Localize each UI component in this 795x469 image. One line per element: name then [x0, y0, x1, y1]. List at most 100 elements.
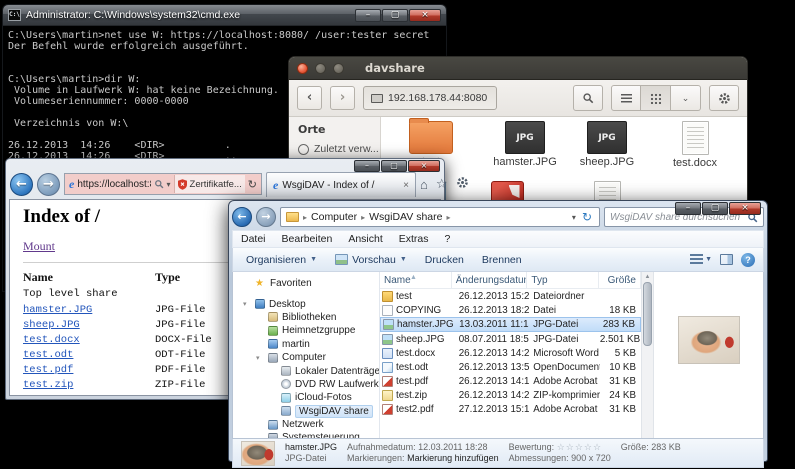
favorites-star-icon[interactable]: ☆	[436, 176, 448, 192]
tools-gear-icon[interactable]	[456, 176, 469, 192]
back-button[interactable]: ‹	[297, 86, 322, 110]
sidebar-place-item[interactable]: Zuletzt verw...	[298, 143, 380, 155]
tree-item[interactable]: Bibliotheken	[239, 311, 379, 324]
home-icon[interactable]: ⌂	[420, 177, 428, 192]
tree-item-label[interactable]: DVD RW Laufwerk (D:)	[295, 379, 379, 390]
forward-button[interactable]: →	[256, 207, 276, 227]
file-grid-item[interactable]: sheep.JPG	[563, 121, 651, 168]
dav-file-link[interactable]: test.odt	[23, 349, 73, 361]
menu-item[interactable]: Extras	[391, 233, 437, 245]
tree-item-label[interactable]: Computer	[282, 352, 326, 363]
breadcrumb[interactable]: ▸ Computer ▸ WsgiDAV share ▸ ▾ ↻	[280, 207, 600, 227]
help-icon[interactable]: ?	[741, 253, 755, 267]
maximize-button[interactable]: ▢	[382, 9, 408, 22]
organize-button[interactable]: Organisieren ▼	[237, 254, 326, 266]
expander-icon[interactable]	[256, 354, 264, 362]
tree-item[interactable]: Netzwerk	[239, 418, 379, 431]
tree-item[interactable]: Favoriten	[239, 277, 379, 290]
dav-file-link[interactable]: test.zip	[23, 379, 73, 391]
scrollbar-thumb[interactable]	[643, 282, 652, 346]
file-row[interactable]: hamster.JPG 13.03.2011 11:13 JPG-Datei 2…	[380, 317, 641, 332]
tree-item-label[interactable]: WsgiDAV share	[295, 405, 373, 418]
file-grid-item[interactable]: hamster.JPG	[481, 121, 569, 168]
tree-item[interactable]: Lokaler Datenträger (C:)	[239, 364, 379, 377]
view-options-button[interactable]: ⌄	[671, 85, 701, 111]
history-dropdown-caret[interactable]: ▾	[572, 213, 576, 222]
settings-button[interactable]	[709, 85, 739, 111]
back-button[interactable]: ←	[10, 173, 33, 196]
tree-item-label[interactable]: Systemsteuerung	[282, 432, 360, 438]
file-row[interactable]: test.odt 26.12.2013 13:55 OpenDocument T…	[380, 360, 641, 374]
tree-item[interactable]: Systemsteuerung	[239, 431, 379, 438]
dav-file-link[interactable]: test.pdf	[23, 364, 73, 376]
browser-tab[interactable]: e WsgiDAV - Index of / ×	[266, 172, 416, 197]
menu-item[interactable]: Ansicht	[340, 233, 390, 245]
print-button[interactable]: Drucken	[416, 254, 473, 266]
mount-link[interactable]: Mount	[23, 239, 55, 253]
tree-item-label[interactable]: martin	[282, 339, 310, 350]
tree-item-label[interactable]: Lokaler Datenträger (C:)	[295, 366, 379, 377]
tree-item-label[interactable]: Bibliotheken	[282, 312, 336, 323]
back-button[interactable]: ←	[232, 207, 252, 227]
dav-file-link[interactable]: test.docx	[23, 334, 80, 346]
column-header-type[interactable]: Typ	[527, 272, 599, 289]
close-button[interactable]: ×	[408, 160, 440, 172]
tree-item[interactable]: Desktop	[239, 297, 379, 310]
tree-item[interactable]: Heimnetzgruppe	[239, 324, 379, 337]
grid-view-button[interactable]	[641, 85, 671, 111]
column-header-name[interactable]: Name▲	[380, 272, 452, 289]
list-view-button[interactable]	[611, 85, 641, 111]
file-row[interactable]: test2.pdf 27.12.2013 15:10 Adobe Acrobat…	[380, 402, 641, 416]
address-bar[interactable]: e https://localhost:8080/ ▾ Zertifikatfe…	[64, 173, 262, 195]
tree-item[interactable]: WsgiDAV share	[239, 405, 379, 418]
tree-item-label[interactable]: Heimnetzgruppe	[282, 325, 355, 336]
close-button[interactable]: ×	[729, 202, 761, 215]
menu-item[interactable]: Datei	[233, 233, 274, 245]
vertical-scrollbar[interactable]: ▲	[641, 272, 653, 438]
add-tag-link[interactable]: Markierung hinzufügen	[407, 453, 499, 463]
close-button[interactable]	[297, 63, 308, 74]
search-button[interactable]	[573, 85, 603, 111]
tree-item[interactable]: Computer	[239, 351, 379, 364]
change-view-button[interactable]: ▼	[690, 254, 712, 265]
cmd-titlebar[interactable]: C:\ Administrator: C:\Windows\system32\c…	[3, 5, 446, 26]
burn-button[interactable]: Brennen	[473, 254, 531, 266]
forward-button[interactable]: →	[37, 173, 60, 196]
column-header-size[interactable]: Größe	[599, 272, 641, 289]
minimize-button[interactable]: –	[354, 160, 380, 172]
file-row[interactable]: test 26.12.2013 15:23 Dateiordner	[380, 289, 641, 303]
close-button[interactable]: ×	[409, 9, 441, 22]
scroll-up-icon[interactable]: ▲	[645, 274, 651, 280]
tree-item-label[interactable]: Favoriten	[270, 278, 312, 289]
file-grid-item[interactable]: test.docx	[651, 121, 739, 169]
minimize-button[interactable]: –	[675, 202, 701, 215]
refresh-icon[interactable]: ↻	[248, 178, 257, 191]
menu-item[interactable]: ?	[437, 233, 459, 245]
dav-file-link[interactable]: hamster.JPG	[23, 304, 92, 316]
preview-button[interactable]: Vorschau ▼	[326, 254, 416, 266]
refresh-icon[interactable]: ↻	[580, 210, 594, 224]
maximize-button[interactable]	[333, 63, 344, 74]
tree-item-label[interactable]: Desktop	[269, 299, 306, 310]
file-row[interactable]: test.docx 26.12.2013 14:26 Microsoft Wor…	[380, 346, 641, 360]
location-breadcrumb[interactable]: 192.168.178.44:8080	[363, 86, 497, 110]
tree-item[interactable]: martin	[239, 338, 379, 351]
column-header-date[interactable]: Änderungsdatum	[452, 272, 528, 289]
preview-pane-icon[interactable]	[720, 254, 733, 265]
dav-file-link[interactable]: sheep.JPG	[23, 319, 80, 331]
minimize-button[interactable]: –	[355, 9, 381, 22]
minimize-button[interactable]	[315, 63, 326, 74]
file-row[interactable]: COPYING 26.12.2013 18:22 Datei 18 KB	[380, 303, 641, 317]
maximize-button[interactable]: ▢	[381, 160, 407, 172]
nautilus-titlebar[interactable]: davshare	[289, 57, 747, 80]
certificate-error-button[interactable]: Zertifikatfe...	[174, 175, 245, 193]
maximize-button[interactable]: ▢	[702, 202, 728, 215]
address-dropdown-caret[interactable]: ▾	[167, 180, 171, 189]
forward-button[interactable]: ›	[330, 86, 355, 110]
expander-icon[interactable]	[243, 300, 251, 308]
file-row[interactable]: test.zip 26.12.2013 14:22 ZIP-komprimier…	[380, 388, 641, 402]
menu-item[interactable]: Bearbeiten	[274, 233, 341, 245]
file-row[interactable]: test.pdf 26.12.2013 14:19 Adobe Acrobat …	[380, 374, 641, 388]
tree-item[interactable]: DVD RW Laufwerk (D:)	[239, 378, 379, 391]
url-text[interactable]: https://localhost:8080/	[77, 179, 150, 190]
